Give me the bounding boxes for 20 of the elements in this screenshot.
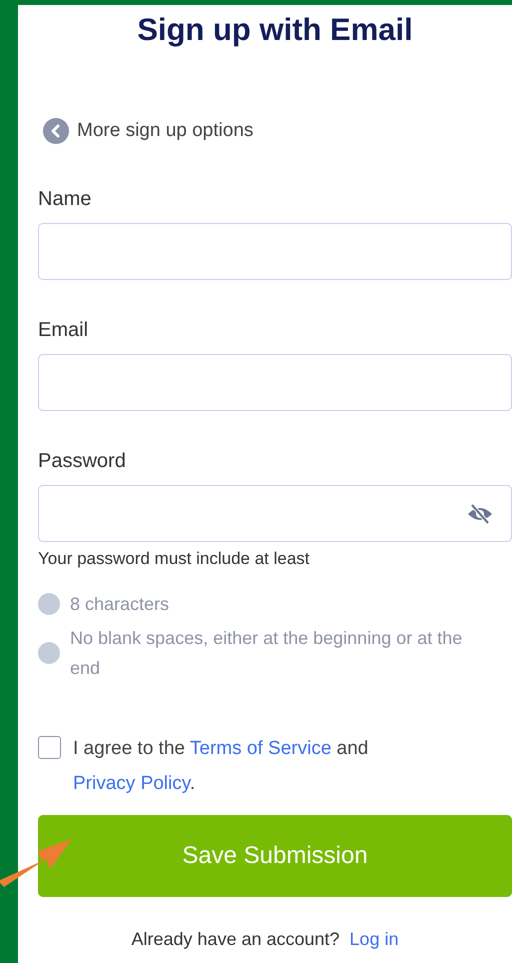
login-link[interactable]: Log in xyxy=(350,929,399,950)
field-label: Password xyxy=(38,449,127,473)
agreement-text: I agree to the Terms of Service and Privacy Policy. xyxy=(73,737,370,796)
agree-checkbox[interactable] xyxy=(38,736,61,759)
page-title: Sign up with Email xyxy=(136,11,414,49)
requirement-text: 8 characters xyxy=(70,593,170,616)
password-field[interactable] xyxy=(38,485,512,542)
back-link[interactable]: More sign up options xyxy=(43,118,254,144)
password-hint: Your password must include at least xyxy=(38,549,311,569)
text-field[interactable] xyxy=(38,354,512,411)
text-field[interactable] xyxy=(38,223,512,280)
requirement-text: No blank spaces, either at the beginning or at the end xyxy=(70,627,464,680)
field-label: Name xyxy=(38,187,92,211)
policy-link[interactable]: Privacy Policy xyxy=(73,773,190,794)
submit-button[interactable]: Save Submission xyxy=(38,815,512,897)
policy-link[interactable]: Terms of Service xyxy=(190,738,332,759)
back-icon xyxy=(43,118,69,144)
field-label: Email xyxy=(38,318,90,342)
eye-slash-icon[interactable] xyxy=(467,504,493,524)
login-prompt: Already have an account? xyxy=(131,929,340,950)
